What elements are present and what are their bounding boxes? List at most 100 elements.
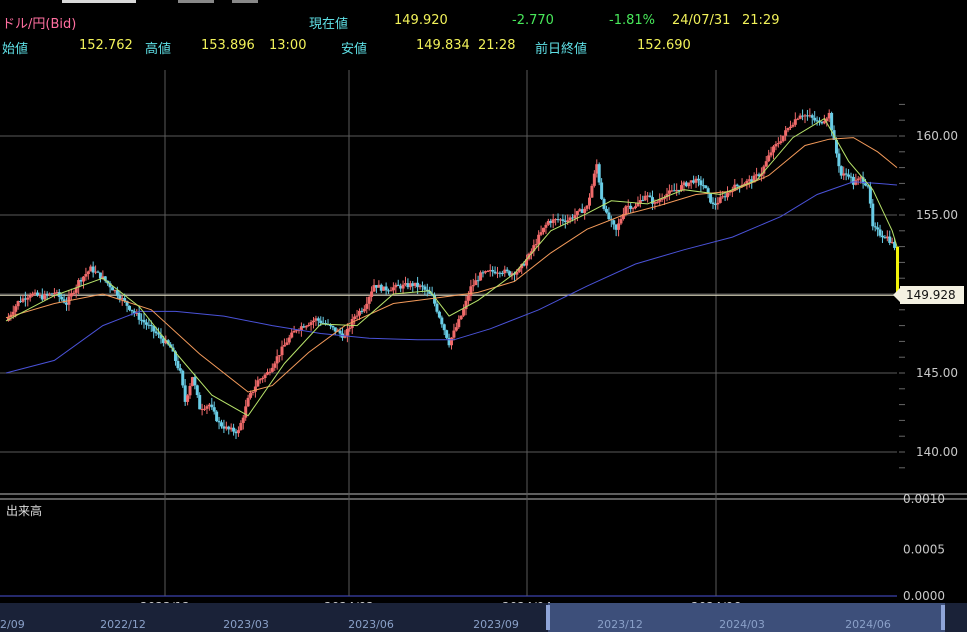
candle-body: [423, 286, 427, 290]
navigator-tick-label: 2022/12: [100, 618, 146, 631]
y-tick-label: 155.00: [916, 208, 958, 222]
candle-body: [796, 118, 800, 120]
date-navigator: 2/09 2022/12 2023/03 2023/06 2023/09 2023/12 2…: [0, 603, 967, 632]
candle-body: [711, 202, 715, 205]
candle-body: [246, 397, 250, 407]
candle-body: [72, 292, 76, 294]
candle-body: [249, 392, 253, 398]
candle-body: [655, 201, 659, 203]
candle-body: [462, 309, 466, 316]
volume-tick-label: 0.0005: [903, 543, 945, 557]
chart-axes: 160.00155.00150.00145.00140.002023/12202…: [140, 129, 958, 614]
candle-body: [699, 180, 703, 186]
candle-body: [14, 306, 18, 312]
candle-body: [219, 422, 223, 427]
candle-body: [437, 311, 441, 318]
candle-body: [261, 378, 265, 380]
candle-body: [544, 224, 548, 228]
candle-body: [307, 324, 311, 326]
candle-body: [384, 286, 388, 291]
candle-body: [241, 417, 245, 423]
candle-body: [479, 272, 483, 281]
candle-body: [181, 370, 185, 386]
candle-body: [309, 322, 313, 325]
candle-body: [435, 303, 439, 312]
navigator-tick-label: 2024/06: [845, 618, 891, 631]
candle-body: [273, 363, 277, 368]
candle-body: [348, 327, 352, 329]
candle-body: [592, 173, 596, 186]
candle-body: [539, 232, 543, 235]
candle-body: [96, 271, 100, 273]
candle-body: [280, 346, 284, 356]
candle-body: [634, 206, 638, 209]
navigator-handle-right: [941, 605, 945, 630]
candle-body: [84, 274, 88, 277]
candle-body: [420, 285, 424, 287]
candle-body: [457, 319, 461, 328]
candle-body: [154, 331, 158, 334]
candle-body: [844, 173, 848, 175]
candle-body: [236, 430, 240, 434]
candle-body: [355, 315, 359, 317]
candle-body: [149, 324, 153, 327]
volume-tick-label: 0.0000: [903, 589, 945, 603]
candle-body: [319, 320, 323, 324]
candle-body: [696, 178, 700, 181]
y-tick-label: 145.00: [916, 366, 958, 380]
candle-body: [11, 311, 15, 315]
candle-body: [786, 128, 790, 131]
candle-body: [619, 218, 623, 224]
candle-body: [793, 119, 797, 125]
candle-body: [350, 319, 354, 328]
candle-body: [888, 236, 892, 243]
candle-body: [648, 195, 652, 198]
candle-body: [471, 285, 475, 287]
candle-body: [396, 284, 400, 286]
candle-body: [452, 330, 456, 338]
candle-body: [212, 407, 216, 412]
candle-body: [500, 273, 504, 275]
candle-body: [389, 290, 393, 292]
candle-body: [718, 197, 722, 203]
candle-body: [706, 188, 710, 193]
candle-body: [316, 318, 320, 321]
candle-body: [776, 143, 780, 145]
candle-body: [631, 208, 635, 210]
candle-body: [331, 325, 335, 328]
candle-body: [534, 244, 538, 246]
candle-body: [217, 421, 221, 423]
candle-body: [157, 333, 161, 335]
candle-body: [370, 291, 374, 297]
candle-body: [583, 208, 587, 213]
candle-body: [726, 192, 730, 198]
candle-body: [491, 269, 495, 272]
candle-body: [445, 330, 449, 338]
candle-body: [505, 269, 509, 272]
candle-body: [788, 126, 792, 129]
candle-body: [454, 327, 458, 331]
candle-body: [459, 315, 463, 320]
price-chart[interactable]: 160.00155.00150.00145.00140.002023/12202…: [0, 0, 967, 632]
candle-body: [769, 152, 773, 156]
candle-body: [186, 395, 190, 402]
candle-body: [604, 208, 608, 213]
candle-body: [442, 324, 446, 331]
candle-body: [784, 130, 788, 136]
candle-body: [822, 121, 826, 124]
candle-body: [304, 325, 308, 328]
candle-body: [561, 219, 565, 221]
candle-body: [486, 271, 490, 273]
navigator-tick-label: 2023/03: [223, 618, 269, 631]
candle-body: [367, 296, 371, 304]
candle-body: [856, 178, 860, 181]
candle-body: [278, 355, 282, 357]
candle-body: [365, 303, 369, 309]
navigator-tick-label: 2023/09: [473, 618, 519, 631]
candle-body: [193, 377, 197, 386]
candle-body: [127, 305, 131, 310]
candle-body: [28, 295, 32, 298]
candle-body: [588, 197, 592, 206]
candle-body: [195, 385, 199, 396]
candle-body: [401, 284, 405, 289]
